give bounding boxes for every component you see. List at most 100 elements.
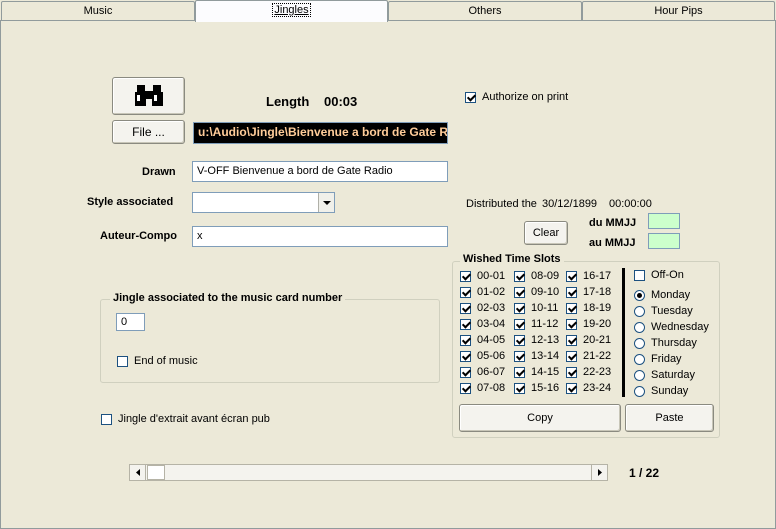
du-mmjj-input[interactable] — [648, 213, 680, 229]
time-slot-label: 08-09 — [531, 270, 560, 282]
time-slot-label: 21-22 — [583, 350, 612, 362]
time-slot-checkbox[interactable] — [514, 367, 525, 378]
wished-title: Wished Time Slots — [460, 253, 564, 265]
day-label: Saturday — [651, 369, 696, 381]
tab-others[interactable]: Others — [388, 1, 582, 21]
time-slot-checkbox[interactable] — [566, 287, 577, 298]
time-slot-label: 02-03 — [477, 302, 506, 314]
tab-jingles[interactable]: Jingles — [195, 0, 388, 22]
extrait-checkbox[interactable] — [101, 414, 112, 425]
clear-button[interactable]: Clear — [524, 221, 568, 245]
day-radio[interactable] — [634, 370, 645, 381]
distributed-date: 30/12/1899 — [542, 198, 598, 210]
length-value: 00:03 — [324, 94, 358, 109]
paste-button[interactable]: Paste — [625, 404, 714, 432]
authorize-checkbox[interactable] — [465, 92, 476, 103]
time-slot-label: 12-13 — [531, 334, 560, 346]
time-slot-checkbox[interactable] — [460, 271, 471, 282]
day-label: Thursday — [651, 337, 697, 349]
time-slot-checkbox[interactable] — [514, 271, 525, 282]
auteur-input[interactable]: x — [192, 226, 448, 247]
time-slot-label: 11-12 — [531, 318, 559, 330]
find-button[interactable] — [112, 77, 185, 115]
au-mmjj-label: au MMJJ — [589, 237, 636, 249]
time-slot-checkbox[interactable] — [514, 351, 525, 362]
time-slot-checkbox[interactable] — [514, 287, 525, 298]
time-slot-checkbox[interactable] — [460, 335, 471, 346]
tab-music[interactable]: Music — [1, 1, 195, 21]
end-of-music-label: End of music — [134, 355, 198, 367]
day-radio[interactable] — [634, 322, 645, 333]
time-slot-checkbox[interactable] — [514, 303, 525, 314]
jingle-group-title: Jingle associated to the music card numb… — [110, 292, 346, 304]
day-label: Sunday — [651, 385, 689, 397]
distributed-label: Distributed the — [466, 198, 537, 210]
time-slot-label: 13-14 — [531, 350, 560, 362]
time-slot-label: 20-21 — [583, 334, 612, 346]
au-mmjj-input[interactable] — [648, 233, 680, 249]
day-label: Friday — [651, 353, 682, 365]
scroll-thumb[interactable] — [147, 465, 165, 480]
copy-button[interactable]: Copy — [459, 404, 621, 432]
drawn-input[interactable]: V-OFF Bienvenue a bord de Gate Radio — [192, 161, 448, 182]
time-slot-label: 09-10 — [531, 286, 560, 298]
distributed-time: 00:00:00 — [609, 198, 652, 210]
time-slot-checkbox[interactable] — [460, 319, 471, 330]
auteur-label: Auteur-Compo — [100, 230, 177, 242]
time-slot-checkbox[interactable] — [566, 303, 577, 314]
time-slot-checkbox[interactable] — [460, 287, 471, 298]
time-slot-checkbox[interactable] — [566, 383, 577, 394]
off-on-label: Off-On — [651, 269, 684, 281]
day-radio[interactable] — [634, 338, 645, 349]
time-slot-label: 23-24 — [583, 382, 612, 394]
day-label: Monday — [651, 289, 691, 301]
time-slot-label: 10-11 — [531, 302, 559, 314]
off-on-checkbox[interactable] — [634, 270, 645, 281]
record-scrollbar[interactable] — [129, 464, 608, 481]
file-path-field[interactable]: u:\Audio\Jingle\Bienvenue a bord de Gate… — [193, 122, 448, 144]
day-label: Wednesday — [651, 321, 709, 333]
tab-bar: Music Jingles Others Hour Pips — [0, 0, 776, 22]
style-select[interactable] — [192, 192, 335, 213]
card-number-input[interactable]: 0 — [116, 313, 145, 331]
scroll-left-button[interactable] — [130, 465, 146, 480]
time-slot-checkbox[interactable] — [514, 319, 525, 330]
style-label: Style associated — [87, 196, 174, 208]
time-slot-checkbox[interactable] — [566, 367, 577, 378]
chevron-down-icon — [323, 201, 331, 205]
slots-separator — [622, 268, 625, 397]
day-radio[interactable] — [634, 290, 645, 301]
time-slot-checkbox[interactable] — [514, 383, 525, 394]
time-slot-checkbox[interactable] — [460, 303, 471, 314]
end-of-music-checkbox[interactable] — [117, 356, 128, 367]
time-slot-checkbox[interactable] — [566, 319, 577, 330]
time-slot-checkbox[interactable] — [566, 351, 577, 362]
time-slot-label: 01-02 — [477, 286, 506, 298]
time-slot-label: 00-01 — [477, 270, 506, 282]
day-radio[interactable] — [634, 354, 645, 365]
time-slot-checkbox[interactable] — [566, 271, 577, 282]
day-radio[interactable] — [634, 386, 645, 397]
day-radio[interactable] — [634, 306, 645, 317]
tab-hour-pips[interactable]: Hour Pips — [582, 1, 775, 21]
time-slot-label: 06-07 — [477, 366, 506, 378]
time-slot-label: 14-15 — [531, 366, 560, 378]
authorize-label: Authorize on print — [482, 91, 569, 103]
time-slot-checkbox[interactable] — [460, 367, 471, 378]
time-slot-label: 03-04 — [477, 318, 506, 330]
time-slot-checkbox[interactable] — [460, 383, 471, 394]
length-label: Length — [266, 94, 310, 109]
file-button[interactable]: File ... — [112, 120, 185, 144]
du-mmjj-label: du MMJJ — [589, 217, 637, 229]
scroll-right-button[interactable] — [591, 465, 607, 480]
time-slot-label: 22-23 — [583, 366, 612, 378]
dropdown-arrow-button[interactable] — [318, 193, 334, 212]
time-slot-checkbox[interactable] — [460, 351, 471, 362]
drawn-label: Drawn — [142, 166, 176, 178]
chevron-right-icon — [598, 469, 602, 476]
time-slot-checkbox[interactable] — [566, 335, 577, 346]
time-slot-checkbox[interactable] — [514, 335, 525, 346]
time-slot-label: 17-18 — [583, 286, 612, 298]
jingle-music-card-group — [100, 299, 440, 383]
time-slot-label: 15-16 — [531, 382, 560, 394]
